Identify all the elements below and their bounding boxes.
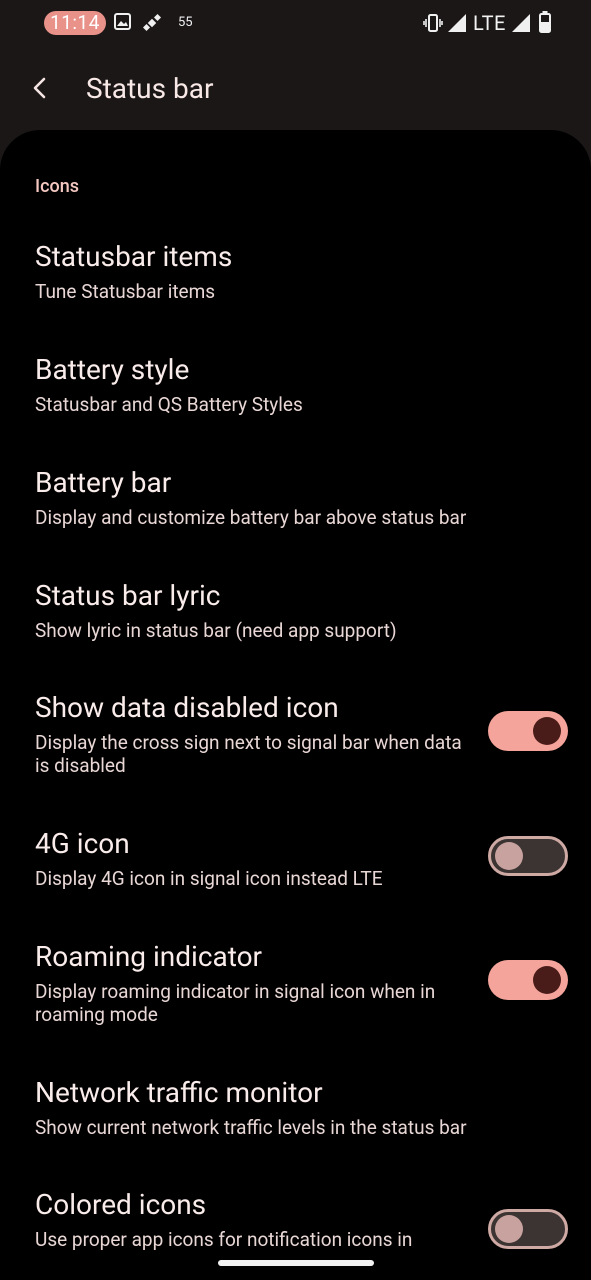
setting-subtitle: Show current network traffic levels in t… xyxy=(35,1116,467,1139)
setting-subtitle: Statusbar and QS Battery Styles xyxy=(35,393,303,416)
setting-network-traffic-monitor[interactable]: Network traffic monitor Show current net… xyxy=(0,1076,591,1156)
toggle-thumb xyxy=(495,842,523,870)
setting-title: Battery style xyxy=(35,353,190,386)
setting-title: Status bar lyric xyxy=(35,579,221,612)
setting-subtitle: Show lyric in status bar (need app suppo… xyxy=(35,619,397,642)
colored-icons-toggle[interactable] xyxy=(488,1209,568,1249)
setting-subtitle: Tune Statusbar items xyxy=(35,280,216,303)
setting-subtitle: Display roaming indicator in signal icon… xyxy=(35,980,436,1026)
setting-subtitle: Use proper app icons for notification ic… xyxy=(35,1228,413,1251)
setting-colored-icons[interactable]: Colored icons Use proper app icons for n… xyxy=(0,1188,591,1280)
setting-subtitle: Display the cross sign next to signal ba… xyxy=(35,731,462,777)
setting-title: Show data disabled icon xyxy=(35,691,339,724)
roaming-indicator-toggle[interactable] xyxy=(488,960,568,1000)
system-status-bar: 11:14 55 LTE xyxy=(0,0,591,48)
clock: 11:14 xyxy=(44,11,106,35)
section-header: Icons xyxy=(35,176,79,197)
setting-4g-icon[interactable]: 4G icon Display 4G icon in signal icon i… xyxy=(0,827,591,907)
data-disabled-icon-toggle[interactable] xyxy=(488,711,568,751)
setting-status-bar-lyric[interactable]: Status bar lyric Show lyric in status ba… xyxy=(0,579,591,659)
setting-statusbar-items[interactable]: Statusbar items Tune Statusbar items xyxy=(0,240,591,320)
signal-icon xyxy=(448,14,466,32)
toggle-thumb xyxy=(533,717,561,745)
notification-count: 55 xyxy=(178,15,193,30)
satellite-icon xyxy=(143,13,162,32)
setting-subtitle: Display and customize battery bar above … xyxy=(35,506,467,529)
gesture-nav-handle[interactable] xyxy=(218,1260,374,1266)
setting-subtitle: Display 4G icon in signal icon instead L… xyxy=(35,867,383,890)
battery-icon xyxy=(539,11,551,33)
setting-title: Roaming indicator xyxy=(35,940,263,973)
4g-icon-toggle[interactable] xyxy=(488,836,568,876)
network-type: LTE xyxy=(473,11,506,35)
signal-icon xyxy=(512,14,530,32)
vibrate-icon xyxy=(423,14,443,32)
back-arrow-icon[interactable] xyxy=(26,74,54,102)
setting-roaming-indicator[interactable]: Roaming indicator Display roaming indica… xyxy=(0,940,591,1040)
image-icon xyxy=(114,13,131,30)
app-bar: Status bar xyxy=(0,48,591,130)
toggle-thumb xyxy=(533,966,561,994)
setting-title: Colored icons xyxy=(35,1188,207,1221)
setting-title: 4G icon xyxy=(35,827,130,860)
setting-show-data-disabled-icon[interactable]: Show data disabled icon Display the cros… xyxy=(0,691,591,791)
setting-battery-bar[interactable]: Battery bar Display and customize batter… xyxy=(0,466,591,546)
settings-list: Icons Statusbar items Tune Statusbar ite… xyxy=(0,130,591,1280)
page-title: Status bar xyxy=(86,72,214,105)
toggle-thumb xyxy=(495,1215,523,1243)
setting-battery-style[interactable]: Battery style Statusbar and QS Battery S… xyxy=(0,353,591,433)
setting-title: Statusbar items xyxy=(35,240,233,273)
setting-title: Battery bar xyxy=(35,466,172,499)
setting-title: Network traffic monitor xyxy=(35,1076,323,1109)
